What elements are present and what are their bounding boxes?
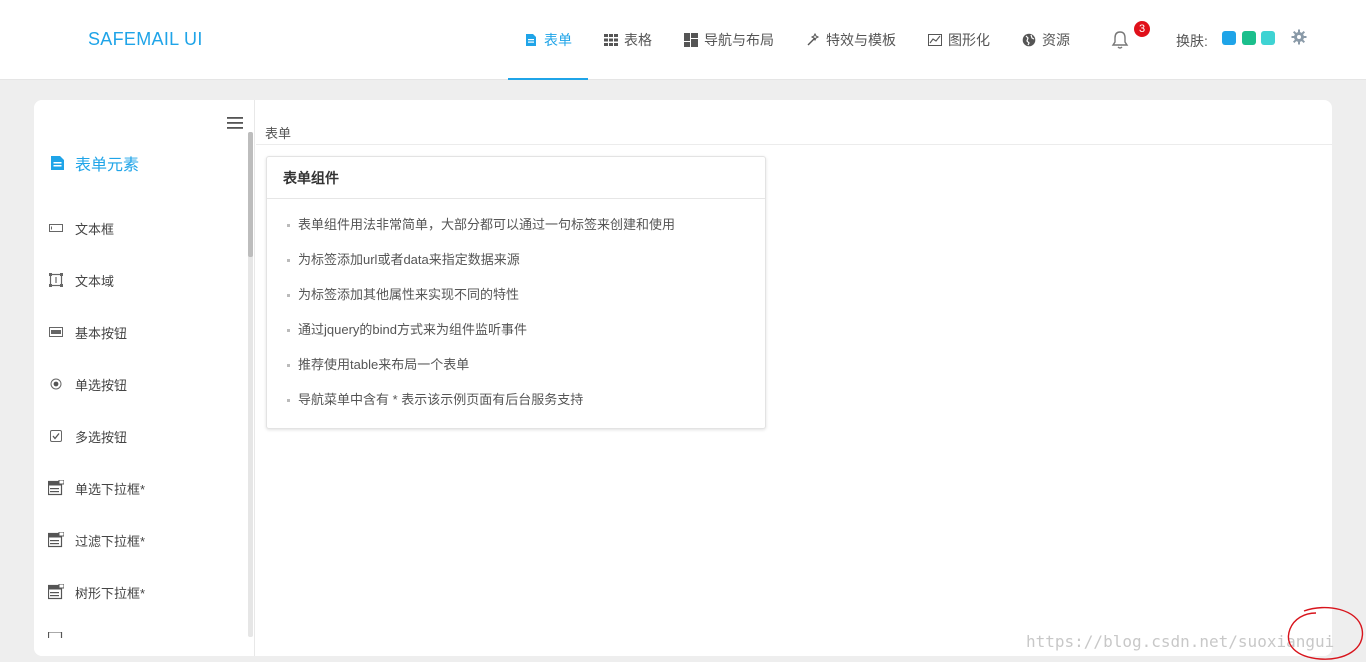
nav-item-charts[interactable]: 图形化 bbox=[912, 0, 1006, 80]
bullet bbox=[287, 399, 290, 402]
magic-wand-icon bbox=[807, 33, 820, 46]
sidebar-item-tree-select[interactable]: 树形下拉框* bbox=[48, 582, 145, 602]
skin-swatch-cyan[interactable] bbox=[1261, 31, 1275, 45]
top-header: SAFEMAIL UI 表单 表格 导航与布局 特效与模板 图形化 资源 3 换… bbox=[0, 0, 1366, 80]
sidebar-item-label: 文本框 bbox=[75, 221, 115, 237]
chart-icon bbox=[928, 34, 942, 46]
sidebar-item-checkbox[interactable]: 多选按钮 bbox=[48, 426, 127, 446]
sidebar-section-form-elements[interactable]: 表单元素 bbox=[50, 151, 139, 175]
radio-icon bbox=[48, 376, 64, 392]
table-icon bbox=[604, 34, 618, 46]
list-item-text: 为标签添加其他属性来实现不同的特性 bbox=[298, 287, 520, 302]
form-icon bbox=[51, 156, 64, 170]
sidebar-item-label: 文本域 bbox=[75, 273, 115, 289]
sidebar-item-label: 过滤下拉框* bbox=[75, 533, 146, 549]
list-item: 推荐使用table来布局一个表单 bbox=[287, 356, 765, 391]
list-item: 为标签添加其他属性来实现不同的特性 bbox=[287, 286, 765, 321]
bullet bbox=[287, 224, 290, 227]
dropdown-icon bbox=[48, 480, 64, 496]
nav-item-form[interactable]: 表单 bbox=[508, 0, 588, 80]
nav-item-label: 表格 bbox=[624, 32, 652, 48]
nav-item-label: 导航与布局 bbox=[704, 32, 774, 48]
list-item-text: 推荐使用table来布局一个表单 bbox=[298, 357, 470, 372]
dropdown-icon bbox=[48, 532, 64, 548]
nav-item-table[interactable]: 表格 bbox=[588, 0, 668, 80]
layout-icon bbox=[684, 33, 698, 47]
app-logo[interactable]: SAFEMAIL UI bbox=[88, 29, 203, 50]
notification-badge: 3 bbox=[1134, 21, 1150, 37]
main-panel: 表单元素 文本框 文本域 基本按钮 单选按钮 多选按钮 单选下拉框* 过滤下拉框… bbox=[34, 100, 1332, 656]
sidebar-section-label: 表单元素 bbox=[75, 157, 140, 174]
bullet bbox=[287, 329, 290, 332]
sidebar-item-label: 多选按钮 bbox=[75, 429, 128, 445]
gear-icon[interactable] bbox=[1291, 29, 1307, 45]
skin-swatch-blue[interactable] bbox=[1222, 31, 1236, 45]
dropdown-icon bbox=[48, 632, 64, 638]
sidebar-item-radio[interactable]: 单选按钮 bbox=[48, 374, 127, 394]
sidebar: 表单元素 文本框 文本域 基本按钮 单选按钮 多选按钮 单选下拉框* 过滤下拉框… bbox=[34, 100, 255, 656]
list-item: 表单组件用法非常简单，大部分都可以通过一句标签来创建和使用 bbox=[287, 216, 765, 251]
sidebar-item-partial[interactable] bbox=[48, 632, 75, 638]
button-icon bbox=[48, 324, 64, 340]
list-item-text: 导航菜单中含有 * 表示该示例页面有后台服务支持 bbox=[298, 392, 584, 407]
checkbox-icon bbox=[48, 428, 64, 444]
info-card: 表单组件 表单组件用法非常简单，大部分都可以通过一句标签来创建和使用 为标签添加… bbox=[266, 156, 766, 429]
textbox-icon bbox=[48, 220, 64, 236]
sidebar-item-label: 树形下拉框* bbox=[75, 585, 146, 601]
bullet bbox=[287, 294, 290, 297]
list-item: 导航菜单中含有 * 表示该示例页面有后台服务支持 bbox=[287, 391, 765, 426]
sidebar-item-single-select[interactable]: 单选下拉框* bbox=[48, 478, 145, 498]
sidebar-item-filter-select[interactable]: 过滤下拉框* bbox=[48, 530, 145, 550]
breadcrumb: 表单 bbox=[265, 126, 292, 141]
red-annotation-circle bbox=[1287, 606, 1364, 660]
nav-item-layout[interactable]: 导航与布局 bbox=[668, 0, 790, 80]
hamburger-menu-icon[interactable] bbox=[227, 116, 243, 130]
list-item-text: 表单组件用法非常简单，大部分都可以通过一句标签来创建和使用 bbox=[298, 217, 676, 232]
globe-icon bbox=[1022, 33, 1036, 47]
nav-item-label: 图形化 bbox=[948, 32, 990, 48]
nav-item-resources[interactable]: 资源 bbox=[1006, 0, 1086, 80]
card-list: 表单组件用法非常简单，大部分都可以通过一句标签来创建和使用 为标签添加url或者… bbox=[267, 199, 765, 426]
nav-item-label: 表单 bbox=[544, 32, 572, 48]
list-item-text: 通过jquery的bind方式来为组件监听事件 bbox=[298, 322, 527, 337]
sidebar-item-textarea[interactable]: 文本域 bbox=[48, 270, 114, 290]
skin-label: 换肤: bbox=[1176, 33, 1208, 49]
main-nav: 表单 表格 导航与布局 特效与模板 图形化 资源 bbox=[508, 0, 1086, 80]
sidebar-item-basic-button[interactable]: 基本按钮 bbox=[48, 322, 127, 342]
textarea-icon bbox=[48, 272, 64, 288]
breadcrumb-divider bbox=[256, 144, 1332, 145]
list-item: 通过jquery的bind方式来为组件监听事件 bbox=[287, 321, 765, 356]
nav-item-label: 特效与模板 bbox=[826, 32, 896, 48]
card-title: 表单组件 bbox=[267, 157, 765, 199]
list-item: 为标签添加url或者data来指定数据来源 bbox=[287, 251, 765, 286]
sidebar-item-label: 单选下拉框* bbox=[75, 481, 146, 497]
sidebar-item-label: 基本按钮 bbox=[75, 325, 128, 341]
bullet bbox=[287, 259, 290, 262]
content-area: 表单 表单组件 表单组件用法非常简单，大部分都可以通过一句标签来创建和使用 为标… bbox=[256, 100, 1332, 656]
sidebar-scrollbar[interactable] bbox=[248, 132, 253, 637]
nav-item-effects[interactable]: 特效与模板 bbox=[790, 0, 912, 80]
skin-swatch-green[interactable] bbox=[1242, 31, 1256, 45]
form-icon bbox=[526, 34, 536, 46]
list-item-text: 为标签添加url或者data来指定数据来源 bbox=[298, 252, 520, 267]
sidebar-item-label: 单选按钮 bbox=[75, 377, 128, 393]
bullet bbox=[287, 364, 290, 367]
scrollbar-thumb[interactable] bbox=[248, 132, 253, 257]
sidebar-item-textbox[interactable]: 文本框 bbox=[48, 218, 114, 238]
dropdown-icon bbox=[48, 584, 64, 600]
nav-item-label: 资源 bbox=[1042, 32, 1070, 48]
bell-icon[interactable] bbox=[1110, 30, 1130, 50]
